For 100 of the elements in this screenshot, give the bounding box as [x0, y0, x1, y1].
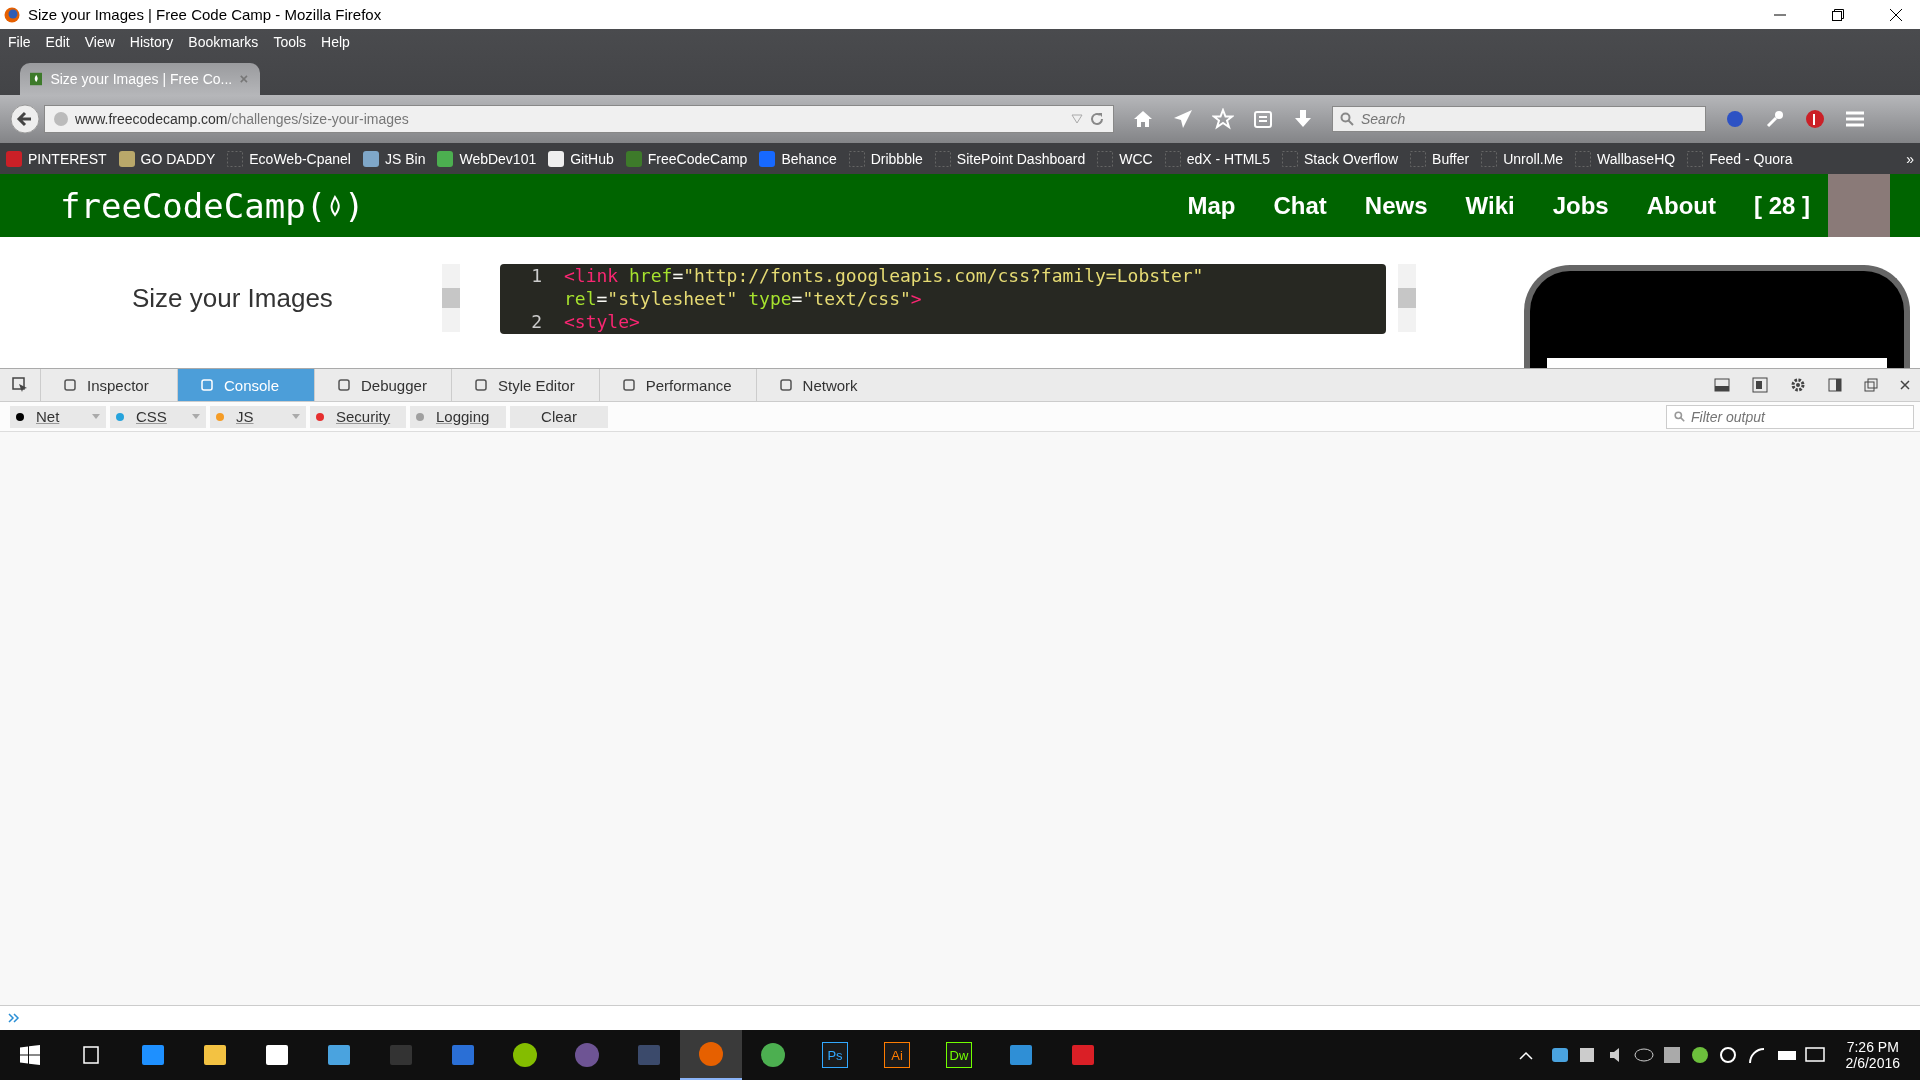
page-icon [1410, 150, 1427, 167]
scrollbar[interactable] [1398, 264, 1416, 332]
filter-button[interactable]: Security [310, 405, 406, 428]
firefox-logo-icon [4, 6, 20, 23]
nav-link[interactable]: About [1646, 191, 1716, 220]
site-icon [759, 150, 776, 167]
app-badge-icon: Ai [884, 1042, 910, 1068]
reading-list-icon[interactable] [1252, 108, 1274, 130]
bookmark[interactable]: Dribbble [848, 150, 923, 167]
app-icon [573, 1041, 601, 1069]
devtools-tab[interactable]: Network [755, 369, 893, 401]
bookmark[interactable]: Stack Overflow [1281, 150, 1399, 167]
bookmark[interactable]: Buffer [1410, 150, 1470, 167]
site-icon [548, 150, 565, 167]
nav-link[interactable]: Chat [1273, 191, 1327, 220]
bookmark[interactable]: Behance [759, 150, 837, 167]
devtools-tab[interactable]: Debugger [314, 369, 451, 401]
menu-item[interactable]: Help [321, 33, 350, 50]
dock-bottom-icon[interactable] [1714, 377, 1730, 393]
clear-button[interactable]: Clear [510, 405, 608, 428]
menu-item[interactable]: Tools [273, 33, 307, 50]
bookmark[interactable]: JS Bin [362, 150, 426, 167]
bookmark[interactable]: WallbaseHQ [1575, 150, 1676, 167]
element-picker-icon[interactable] [12, 377, 28, 393]
responsive-view-icon[interactable] [1752, 377, 1768, 393]
bookmark[interactable]: Unroll.Me [1481, 150, 1564, 167]
nav-link[interactable]: News [1364, 191, 1428, 220]
bookmark[interactable]: GO DADDY [118, 150, 216, 167]
bookmark[interactable]: GitHub [548, 150, 614, 167]
start-icon[interactable] [20, 1045, 40, 1065]
filter-button[interactable]: JS [210, 405, 306, 428]
reload-icon[interactable] [1089, 111, 1105, 127]
bookmark[interactable]: SitePoint Dashboard [934, 150, 1086, 167]
page-icon [227, 150, 244, 167]
site-icon [6, 150, 22, 167]
app-icon [759, 1041, 787, 1069]
site-logo[interactable]: freeCodeCamp( ) [60, 185, 365, 226]
panel-icon [778, 378, 793, 392]
filter-button[interactable]: Net [10, 405, 106, 428]
panel-icon [63, 378, 77, 392]
tab-title: Size your Images | Free Co... [50, 71, 233, 87]
code-line: <link href="http://fonts.googleapis.com/css?family=Lobster" [564, 265, 1204, 286]
filter-field[interactable]: Filter output [1666, 404, 1914, 429]
undock-icon[interactable] [1864, 378, 1878, 392]
address-bar[interactable]: www.freecodecamp.com/challenges/size-your-images [44, 105, 1114, 133]
bookmark[interactable]: FreeCodeCamp [625, 150, 748, 167]
search-field[interactable]: Search [1332, 106, 1706, 132]
dock-side-icon[interactable] [1828, 378, 1842, 392]
filter-button[interactable]: CSS [110, 405, 206, 428]
app-badge-icon: Ps [822, 1042, 848, 1068]
bookmark[interactable]: edX - HTML5 [1164, 150, 1270, 167]
devtools-tab[interactable]: Style Editor [451, 369, 599, 401]
code-line: rel="stylesheet" type="text/css"> [564, 288, 922, 309]
nav-link[interactable]: Map [1187, 191, 1236, 220]
menu-item[interactable]: File [8, 33, 31, 50]
challenge-title: Size your Images [132, 283, 334, 314]
taskbar-app[interactable]: Ai [866, 1030, 928, 1080]
points-counter[interactable]: [ 28 ] [1754, 191, 1810, 220]
taskbar-app[interactable]: Ps [804, 1030, 866, 1080]
wrench-icon[interactable] [1764, 108, 1786, 130]
scrollbar[interactable] [442, 264, 460, 332]
page-icon [1097, 150, 1114, 167]
filter-button[interactable]: Logging [410, 405, 506, 428]
page-icon [1481, 150, 1498, 167]
bookmark[interactable]: Feed - Quora [1687, 150, 1793, 167]
nav-link[interactable]: Wiki [1465, 191, 1515, 220]
bookmark[interactable]: WebDev101 [437, 150, 537, 167]
more-bookmarks-button[interactable]: » [1906, 150, 1920, 167]
search-icon [1340, 112, 1354, 126]
send-icon[interactable] [1172, 108, 1194, 130]
home-icon[interactable] [1132, 108, 1154, 130]
pin-logo-icon[interactable] [1804, 108, 1826, 130]
menu-item[interactable]: History [129, 33, 174, 50]
app-icon [697, 1040, 725, 1068]
site-icon [625, 150, 642, 167]
close-icon[interactable] [1900, 380, 1910, 390]
site-icon [437, 150, 454, 167]
devtools-tab[interactable]: Performance [598, 369, 756, 401]
tray-icons-drawing[interactable] [1517, 1045, 1828, 1065]
settings-icon[interactable] [1790, 377, 1806, 393]
task-view-icon[interactable] [80, 1045, 102, 1065]
restore-icon[interactable] [1832, 8, 1844, 21]
extension-icon[interactable] [1724, 108, 1746, 130]
page-icon [934, 150, 951, 167]
bookmark[interactable]: WCC [1097, 150, 1153, 167]
nav-link[interactable]: Jobs [1552, 191, 1609, 220]
menu-item[interactable]: Bookmarks [188, 33, 259, 50]
url-path: /challenges/size-your-images [227, 111, 409, 127]
bookmark[interactable]: PINTEREST [6, 150, 107, 167]
star-icon[interactable] [1212, 108, 1234, 130]
back-icon[interactable] [10, 104, 40, 134]
code-editor[interactable]: 1 <link href="http://fonts.googleapis.com/css?family=Lobster" rel="stylesheet" type="text/css"> 2 <style> [500, 264, 1386, 334]
bookmark[interactable]: EcoWeb-Cpanel [227, 150, 351, 167]
close-icon[interactable] [1890, 8, 1902, 21]
taskbar-app[interactable]: Dw [928, 1030, 990, 1080]
page-icon [1164, 150, 1181, 167]
clock-time[interactable]: 7:26 PM [1846, 1039, 1899, 1055]
menu-item[interactable]: Edit [45, 33, 70, 50]
menu-item[interactable]: View [84, 33, 115, 50]
clock-date[interactable]: 2/6/2016 [1845, 1055, 1900, 1071]
